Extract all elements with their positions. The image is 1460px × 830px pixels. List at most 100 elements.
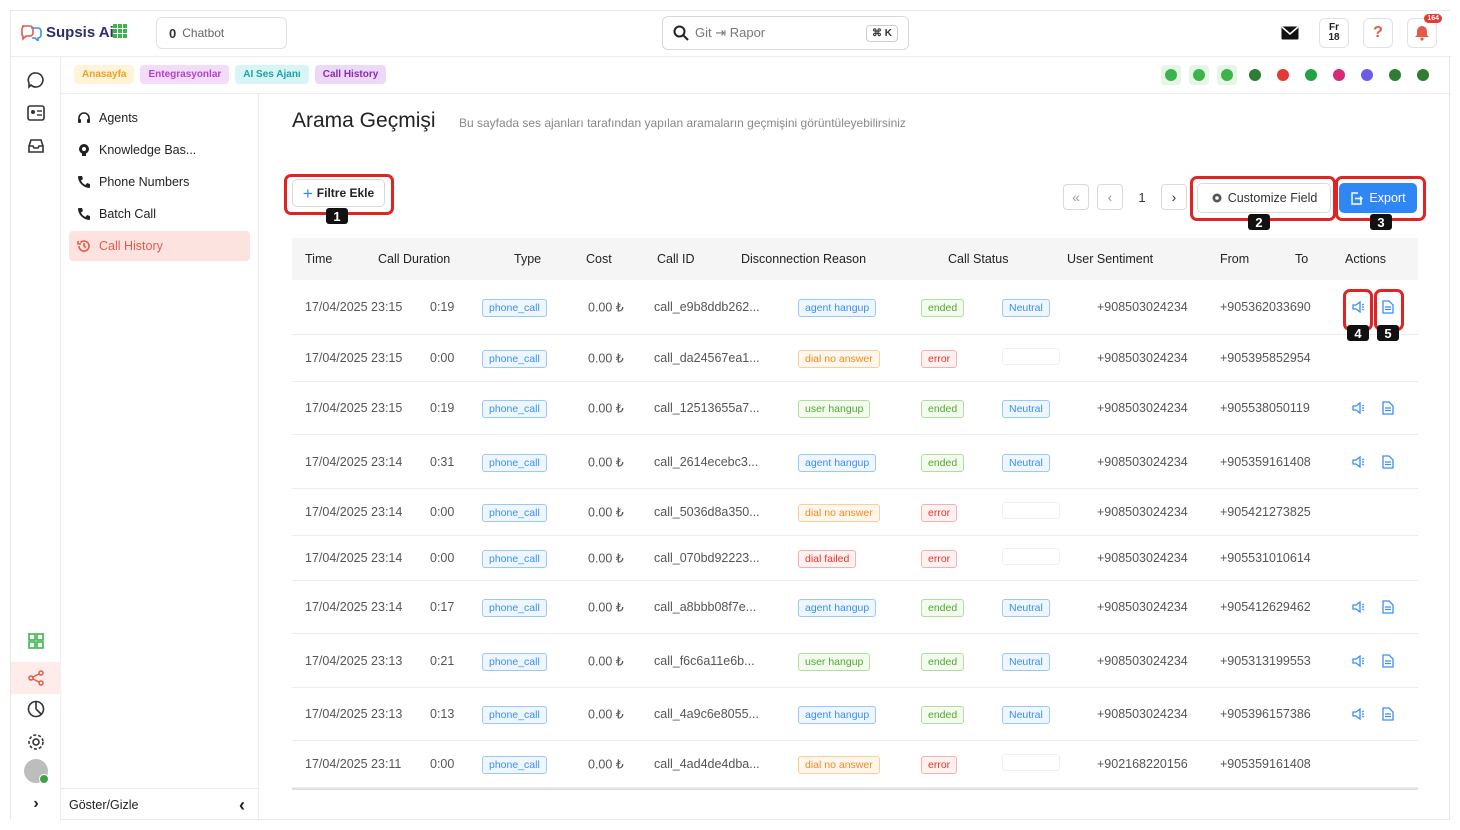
brand-logo[interactable]: Supsis Ai [19, 23, 114, 41]
table-row[interactable]: 17/04/2025 23:14 0:17 phone_call 0.00 ₺ call… [292, 581, 1418, 634]
history-icon [77, 239, 91, 253]
column-header[interactable]: Disconnection Reason [741, 252, 866, 266]
page-title: Arama Geçmişi [292, 109, 436, 132]
sidebar-item-label: Knowledge Bas... [99, 143, 197, 157]
cell-call-id[interactable]: call_f6c6a11e6b... [654, 654, 755, 668]
breadcrumb-item[interactable]: AI Ses Ajanı [235, 65, 309, 84]
column-header[interactable]: Call Duration [378, 252, 450, 266]
column-header[interactable]: Actions [1345, 252, 1386, 266]
speaker-icon [1352, 455, 1365, 468]
cell-cost: 0.00 ₺ [588, 455, 624, 469]
column-header[interactable]: Time [305, 252, 332, 266]
language-button[interactable]: Fr 18 [1319, 18, 1349, 48]
column-header[interactable]: Type [514, 252, 541, 266]
sidebar-item-label: Batch Call [99, 207, 156, 221]
apps-grid-icon[interactable] [113, 24, 127, 38]
messenger-icon[interactable] [1357, 65, 1377, 85]
cell-disconnection-reason: user hangup [798, 652, 871, 671]
telegram-icon[interactable] [1273, 65, 1293, 85]
play-audio-button[interactable] [1350, 400, 1366, 416]
wifi-icon[interactable] [1245, 65, 1265, 85]
instagram-icon[interactable] [1329, 65, 1349, 85]
document-icon [1382, 653, 1394, 668]
cell-call-id[interactable]: call_4ad4de4dba... [654, 757, 760, 771]
contacts-icon[interactable] [25, 102, 47, 124]
chat-icon[interactable] [25, 69, 47, 91]
table-row[interactable]: 17/04/2025 23:15 0:19 phone_call 0.00 ₺ call… [292, 382, 1418, 435]
sidebar-item-knowledge-base[interactable]: Knowledge Bas... [69, 135, 250, 165]
play-audio-button[interactable] [1350, 599, 1366, 615]
sidebar-item-agents[interactable]: Agents [69, 103, 250, 133]
divider [61, 93, 1451, 94]
mail-button[interactable] [1275, 18, 1305, 48]
table-row[interactable]: 17/04/2025 23:14 0:31 phone_call 0.00 ₺ call… [292, 435, 1418, 489]
search-input[interactable]: Git ⇥ Rapor [695, 25, 860, 41]
cell-call-id[interactable]: call_5036d8a350... [654, 505, 760, 519]
column-header[interactable]: Call Status [948, 252, 1008, 266]
voice-agent-icon[interactable] [1217, 65, 1237, 85]
transcript-button[interactable] [1380, 706, 1396, 722]
notifications-button[interactable]: 164 [1407, 14, 1442, 48]
table-row[interactable]: 17/04/2025 23:13 0:13 phone_call 0.00 ₺ call… [292, 688, 1418, 741]
transcript-button[interactable] [1380, 454, 1396, 470]
list-icon[interactable] [1189, 65, 1209, 85]
cell-call-id[interactable]: call_12513655a7... [654, 401, 760, 415]
cell-call-id[interactable]: call_4a9c6e8055... [654, 707, 759, 721]
sidebar-item-batch-call[interactable]: Batch Call [69, 199, 250, 229]
share-icon[interactable] [25, 667, 47, 689]
sidebar-toggle[interactable]: Göster/Gizle ‹ [61, 788, 259, 821]
play-audio-button[interactable] [1350, 454, 1366, 470]
chatbot-icon[interactable] [1161, 65, 1181, 85]
expand-rail-icon[interactable]: › [25, 793, 47, 815]
cell-call-id[interactable]: call_070bd92223... [654, 551, 760, 565]
prev-page-button[interactable]: ‹ [1097, 184, 1123, 210]
play-audio-button[interactable] [1350, 706, 1366, 722]
column-header[interactable]: User Sentiment [1067, 252, 1153, 266]
user-avatar[interactable] [24, 759, 49, 784]
table-row[interactable]: 17/04/2025 23:15 0:00 phone_call 0.00 ₺ call… [292, 335, 1418, 382]
settings-icon[interactable] [25, 731, 47, 753]
cell-cost: 0.00 ₺ [588, 401, 624, 416]
cell-to: +905538050119 [1220, 401, 1310, 415]
logo-icon [21, 25, 42, 41]
transcript-button[interactable] [1380, 400, 1396, 416]
next-page-button[interactable]: › [1161, 184, 1187, 210]
column-header[interactable]: Cost [586, 252, 612, 266]
inbox-icon[interactable] [25, 135, 47, 157]
speaker-icon [1352, 654, 1365, 667]
sidebar-item-call-history[interactable]: Call History [69, 231, 250, 261]
column-header[interactable]: Call ID [657, 252, 695, 266]
cell-call-id[interactable]: call_a8bbb08f7e... [654, 600, 756, 614]
search-box[interactable]: Git ⇥ Rapor ⌘ K [662, 16, 909, 50]
help-button[interactable]: ? [1363, 18, 1393, 48]
cell-call-id[interactable]: call_da24567ea1... [654, 351, 760, 365]
table-row[interactable]: 17/04/2025 23:15 0:19 phone_call 0.00 ₺ call… [292, 280, 1418, 335]
breadcrumb-item[interactable]: Call History [314, 65, 387, 84]
table-row[interactable]: 17/04/2025 23:14 0:00 phone_call 0.00 ₺ call… [292, 489, 1418, 536]
cell-time: 17/04/2025 23:15 [305, 300, 403, 314]
transcript-button[interactable] [1380, 599, 1396, 615]
column-header[interactable]: From [1220, 252, 1249, 266]
cell-disconnection-reason: user hangup [798, 400, 871, 418]
app-window: Supsis Ai 0 Chatbot Git ⇥ Rapor ⌘ K Fr 1… [10, 10, 1451, 821]
table-row[interactable]: 17/04/2025 23:11 0:00 phone_call 0.00 ₺ call… [292, 741, 1418, 788]
table-row[interactable]: 17/04/2025 23:14 0:00 phone_call 0.00 ₺ call… [292, 536, 1418, 581]
cell-call-id[interactable]: call_e9b8ddb262... [654, 300, 760, 314]
play-audio-button[interactable] [1350, 653, 1366, 669]
dashboard-icon[interactable] [25, 630, 47, 652]
reports-icon[interactable] [25, 698, 47, 720]
table-row[interactable]: 17/04/2025 23:13 0:21 phone_call 0.00 ₺ call… [292, 634, 1418, 688]
sms-icon[interactable] [1385, 65, 1405, 85]
breadcrumb-item[interactable]: Anasayfa [74, 65, 135, 84]
column-header[interactable]: To [1295, 252, 1308, 266]
whatsapp-icon[interactable] [1301, 65, 1321, 85]
first-page-button[interactable]: « [1063, 184, 1089, 210]
cell-call-id[interactable]: call_2614ecebc3... [654, 455, 758, 469]
cell-disconnection-reason: dial no answer [798, 504, 880, 522]
chatbot-selector[interactable]: 0 Chatbot [156, 17, 287, 49]
sidebar-item-phone-numbers[interactable]: Phone Numbers [69, 167, 250, 197]
livechat-icon[interactable] [1413, 65, 1433, 85]
transcript-button[interactable] [1380, 653, 1396, 669]
current-page[interactable]: 1 [1131, 190, 1153, 205]
breadcrumb-item[interactable]: Entegrasyonlar [140, 65, 230, 84]
